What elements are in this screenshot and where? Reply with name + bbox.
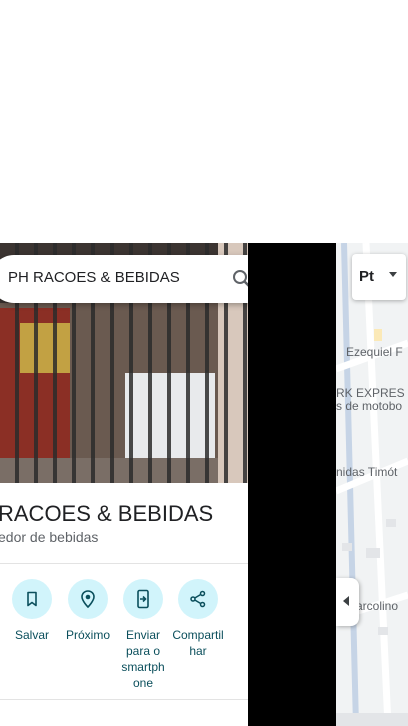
share-button[interactable]: Compartilhar <box>170 579 226 659</box>
map-layers-button[interactable]: Pt <box>352 254 406 300</box>
search-box[interactable]: PH RACOES & BEBIDAS <box>0 255 248 303</box>
collapse-panel-button[interactable] <box>336 578 359 626</box>
map-street-label: nidas Timót <box>336 465 398 479</box>
send-to-phone-label: Enviar para o smartph one <box>121 628 165 690</box>
divider <box>0 699 248 700</box>
nearby-label: Próximo <box>65 628 110 642</box>
place-panel: PH RACOES & BEBIDAS RACOES & BEBIDAS edo… <box>0 243 248 726</box>
screen: PH RACOES & BEBIDAS RACOES & BEBIDAS edo… <box>0 0 408 726</box>
save-label: Salvar <box>14 628 49 642</box>
send-to-phone-icon <box>123 579 163 619</box>
nearby-button[interactable]: Próximo <box>60 579 116 643</box>
place-title: RACOES & BEBIDAS <box>0 501 214 526</box>
share-label: Compartilhar <box>172 628 224 658</box>
map-roads <box>336 243 408 726</box>
map-business-label[interactable]: RK EXPRES <box>336 386 405 400</box>
place-category[interactable]: edor de bebidas <box>0 529 98 545</box>
nearby-icon <box>68 579 108 619</box>
chevron-down-icon[interactable] <box>389 272 397 277</box>
save-button[interactable]: Salvar <box>4 579 60 643</box>
search-icon[interactable] <box>230 267 248 291</box>
map-street-label: Ezequiel F <box>346 345 403 359</box>
chevron-left-icon <box>343 596 349 606</box>
map-view[interactable]: Ezequiel F RK EXPRES s de motobo nidas T… <box>336 243 408 726</box>
map-business-label[interactable]: s de motobo <box>336 399 402 413</box>
bookmark-icon <box>12 579 52 619</box>
black-gap <box>248 243 336 726</box>
layer-label: Pt <box>359 268 374 285</box>
share-icon <box>178 579 218 619</box>
search-input[interactable]: PH RACOES & BEBIDAS <box>8 269 180 286</box>
divider <box>0 563 248 564</box>
send-to-phone-button[interactable]: Enviar para o smartph one <box>115 579 171 691</box>
map-street-label: arcolino <box>356 599 399 613</box>
